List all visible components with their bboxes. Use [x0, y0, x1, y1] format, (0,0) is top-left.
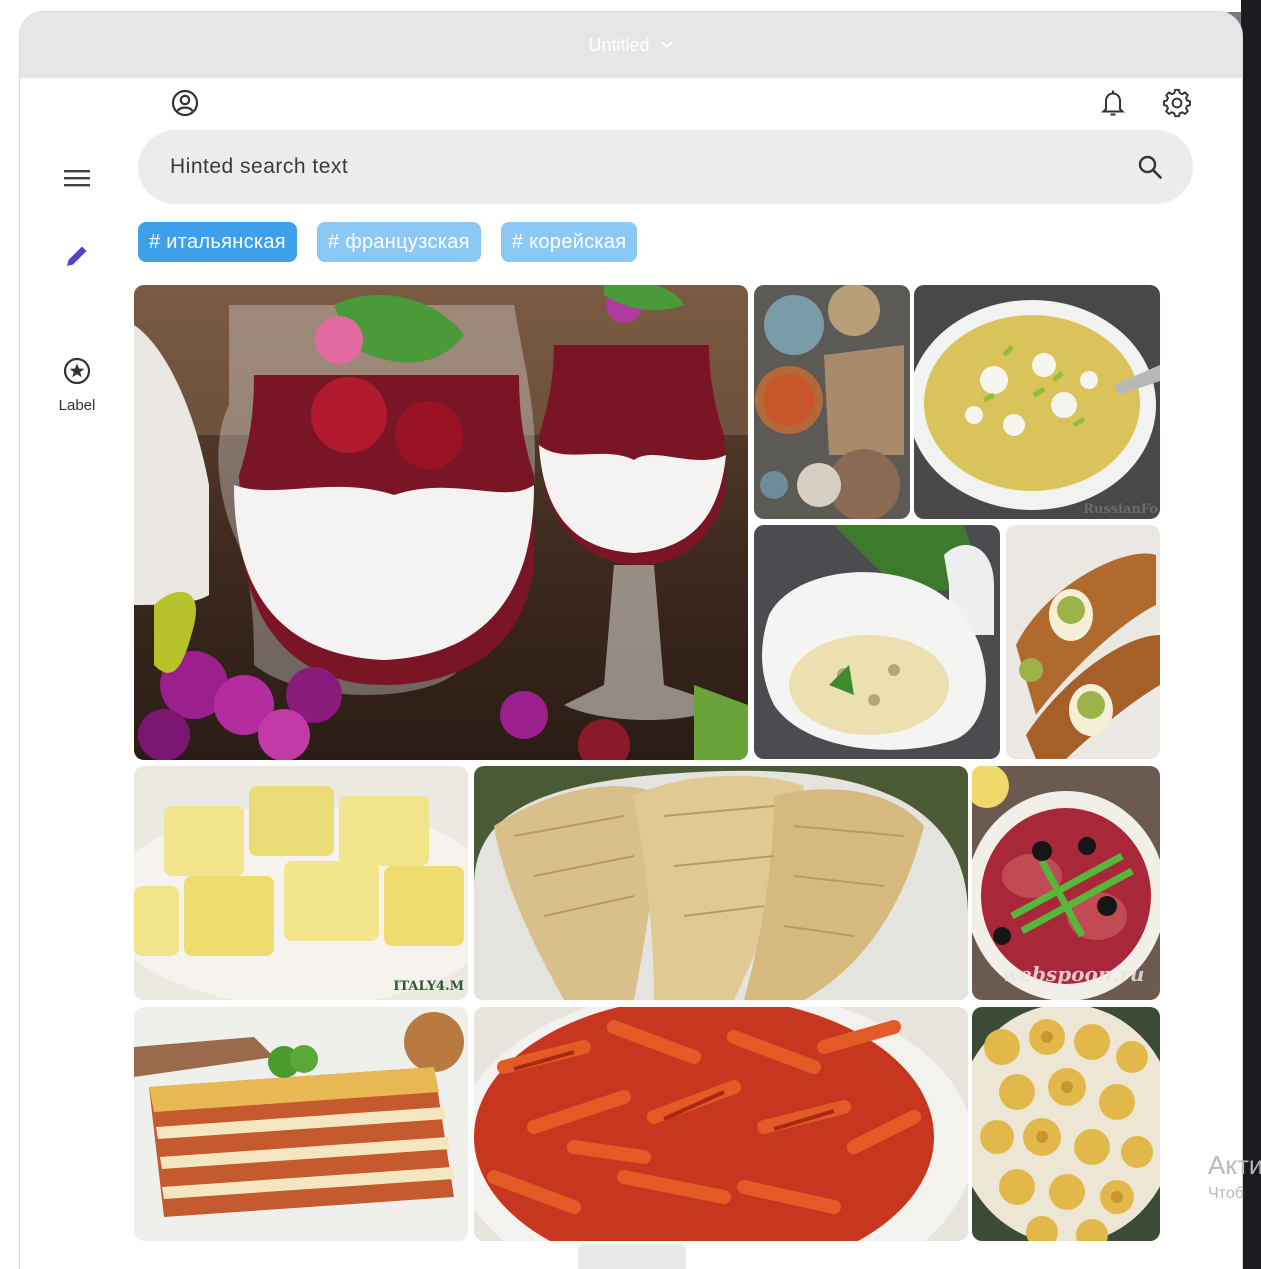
photo-caption: RussianFo [1083, 502, 1158, 517]
bottom-handle[interactable] [578, 1244, 686, 1269]
photo-penne[interactable] [474, 1007, 968, 1241]
watermark-line-2: Чтоб [1208, 1185, 1244, 1202]
navigation-rail: Label [20, 78, 134, 1269]
window-title: Untitled [588, 34, 650, 55]
chip-french[interactable]: # французская [316, 222, 481, 262]
chip-italian[interactable]: # итальянская [138, 222, 297, 262]
edit-button[interactable] [57, 236, 97, 276]
nav-destination-text: Label [58, 397, 96, 414]
photo-cannoli[interactable] [1006, 525, 1160, 759]
screen-edge [1241, 0, 1261, 1269]
photo-caption: webspoon.ru [1002, 962, 1145, 986]
menu-button[interactable] [57, 158, 97, 198]
photo-ravioli[interactable]: ITALY4.M [134, 766, 468, 1000]
photo-sfogliatella[interactable] [474, 766, 968, 1000]
account-circle-icon [171, 89, 199, 117]
account-button[interactable] [168, 86, 202, 120]
settings-button[interactable] [1160, 86, 1194, 120]
photo-pizza-spread[interactable] [754, 285, 910, 519]
search-icon[interactable] [1137, 154, 1163, 180]
title-bar[interactable]: Untitled [20, 12, 1242, 78]
filter-chip-group: # итальянская # французская # корейская [138, 222, 638, 262]
star-circle-icon [63, 357, 91, 385]
edit-icon [67, 246, 87, 266]
photo-mushroom-risotto[interactable] [754, 525, 1000, 759]
photo-risotto-cheese[interactable]: RussianFo [914, 285, 1160, 519]
bell-icon [1101, 90, 1125, 116]
os-activation-watermark: Акти Чтоб [1208, 1150, 1261, 1203]
app-window: Untitled Label Hinted search text # итал… [20, 12, 1242, 1269]
chevron-down-icon[interactable] [660, 37, 674, 53]
menu-icon [64, 170, 90, 187]
search-bar[interactable] [138, 130, 1193, 204]
nav-destination-label[interactable]: Label [42, 356, 112, 414]
photo-panna-cotta[interactable] [134, 285, 748, 760]
photo-carpaccio[interactable]: webspoon.ru [972, 766, 1160, 1000]
photo-tortellini[interactable] [972, 1007, 1160, 1241]
gear-icon [1163, 88, 1191, 118]
chip-korean[interactable]: # корейская [500, 222, 638, 262]
search-input[interactable] [168, 154, 1137, 180]
notifications-button[interactable] [1096, 86, 1130, 120]
watermark-line-1: Акти [1208, 1150, 1261, 1180]
photo-caption: ITALY4.M [393, 979, 464, 994]
photo-lasagna[interactable] [134, 1007, 468, 1241]
